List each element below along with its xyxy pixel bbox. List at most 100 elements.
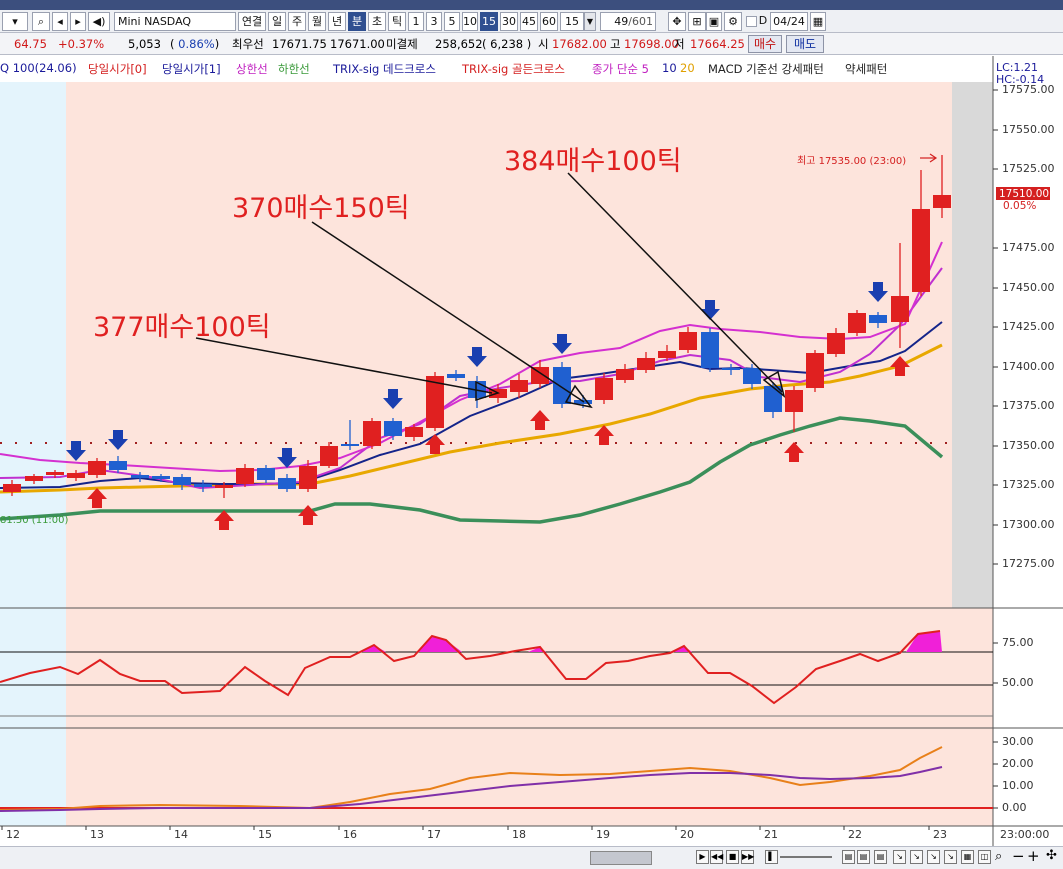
scroll-thumb[interactable] <box>590 851 652 865</box>
zoom-slider[interactable] <box>780 856 832 858</box>
price-axis-label: 17300.00 <box>1002 518 1055 531</box>
scroll-next-icon[interactable]: ▶▶ <box>741 850 754 864</box>
zoom-out-icon[interactable]: − <box>1012 847 1025 865</box>
save-icon[interactable]: ▣ <box>706 12 722 31</box>
change-pct: +0.37% <box>58 37 105 51</box>
tool-icon-9[interactable]: ◫ <box>978 850 991 864</box>
price-axis-label: 17350.00 <box>1002 439 1055 452</box>
legend-item[interactable]: TRIX-sig 골든크로스 <box>462 61 565 77</box>
legend-item[interactable]: MACD 기준선 강세패턴 <box>708 61 824 77</box>
oi-change-wrap: ( 6,238 ) <box>482 37 532 51</box>
period-button-minute[interactable]: 분 <box>348 12 366 31</box>
stop-icon[interactable]: ■ <box>726 850 739 864</box>
zoom-in-icon[interactable]: + <box>1027 847 1040 865</box>
minute-option-10[interactable]: 10 <box>462 12 478 31</box>
tool-icon-2[interactable]: ▤ <box>857 850 870 864</box>
oi-change: 6,238 <box>490 37 524 51</box>
price-axis-label: 17375.00 <box>1002 399 1055 412</box>
chevron-down-icon[interactable]: ▼ <box>584 12 596 31</box>
tool-icon-8[interactable]: ▦ <box>961 850 974 864</box>
open-interest: 258,652 <box>435 37 483 51</box>
total-value: /601 <box>628 15 653 28</box>
tool-icon-5[interactable]: ↘ <box>910 850 923 864</box>
vol-pct: 0.86% <box>178 37 215 51</box>
period-button-day[interactable]: 일 <box>268 12 286 31</box>
zoom-icon[interactable]: ⌕ <box>995 849 1002 864</box>
interval-select[interactable]: 15 <box>560 12 584 31</box>
minute-option-45[interactable]: 45 <box>520 12 538 31</box>
legend-item[interactable]: 상한선 <box>236 61 268 77</box>
period-button-month[interactable]: 월 <box>308 12 326 31</box>
gear-icon[interactable]: ⚙ <box>724 12 742 31</box>
prev-symbol-icon[interactable]: ◂ <box>52 12 68 31</box>
macd-axis-label: 30.00 <box>1002 735 1034 748</box>
count-value: 49 <box>614 15 629 28</box>
candle-body <box>215 485 233 488</box>
candle-body <box>510 380 528 392</box>
candle-body <box>299 466 317 489</box>
tool-icon-1[interactable]: ▤ <box>842 850 855 864</box>
count-field[interactable]: 49/601 <box>600 12 656 31</box>
scroll-prev-icon[interactable]: ◀◀ <box>710 850 723 864</box>
next-symbol-icon[interactable]: ▸ <box>70 12 86 31</box>
minute-option-30[interactable]: 30 <box>500 12 518 31</box>
candle-body <box>827 333 845 354</box>
toggle-icon[interactable]: ⊞ <box>688 12 706 31</box>
candle-body <box>447 374 465 378</box>
candle-body <box>67 473 85 478</box>
candle-body <box>3 484 21 492</box>
tool-icon-4[interactable]: ↘ <box>893 850 906 864</box>
legend-item[interactable]: 20 <box>680 61 695 75</box>
symbol-field[interactable]: Mini NASDAQ 100(24.0 <box>114 12 236 45</box>
period-button-continuous[interactable]: 연결 <box>238 12 266 31</box>
price-axis-label: 17450.00 <box>1002 281 1055 294</box>
period-button-tick[interactable]: 틱 <box>388 12 406 31</box>
legend-item[interactable]: TRIX-sig 데드크로스 <box>333 61 436 77</box>
date-field[interactable]: 04/24 <box>770 12 808 31</box>
zoom-slider-handle-icon[interactable]: ▌ <box>765 850 778 864</box>
candle-body <box>131 475 149 478</box>
legend-item[interactable]: 종가 단순 5 <box>592 61 649 77</box>
minute-option-5[interactable]: 5 <box>444 12 460 31</box>
dropdown-button[interactable]: ▾ <box>2 12 28 31</box>
legend-item[interactable]: 하한선 <box>278 61 310 77</box>
legend-item[interactable]: 당일시가[0] <box>88 61 147 77</box>
time-axis-tick-label: 21 <box>764 828 778 841</box>
crosshair-icon[interactable]: ✥ <box>668 12 686 31</box>
search-icon[interactable]: ⌕ <box>32 12 50 31</box>
date-checkbox[interactable] <box>746 16 757 27</box>
legend-item[interactable]: 약세패턴 <box>845 61 887 77</box>
period-button-second[interactable]: 초 <box>368 12 386 31</box>
calendar-icon[interactable]: ▦ <box>810 12 826 31</box>
legend-item[interactable]: Q 100(24.06) <box>0 61 77 75</box>
move-icon[interactable]: ✣ <box>1046 848 1057 863</box>
minute-option-60[interactable]: 60 <box>540 12 558 31</box>
minute-option-1[interactable]: 1 <box>408 12 424 31</box>
legend-item[interactable]: 당일시가[1] <box>162 61 221 77</box>
tool-icon-7[interactable]: ↘ <box>944 850 957 864</box>
best-bid: 17671.00 <box>330 37 385 51</box>
annotation-384: 384매수100틱 <box>504 146 682 177</box>
premarket-shade <box>0 82 66 826</box>
time-axis-tick-label: 12 <box>6 828 20 841</box>
sell-button[interactable]: 매도 <box>786 35 824 53</box>
date-label: D <box>758 14 768 27</box>
sound-icon[interactable]: ◀) <box>88 12 110 31</box>
scroll-first-icon[interactable]: ▶ <box>696 850 709 864</box>
tool-icon-3[interactable]: ▤ <box>874 850 887 864</box>
toolbar: ▾ ⌕ ◂ ▸ ◀) Mini NASDAQ 100(24.0 연결 일 주 월… <box>0 10 1063 45</box>
candle-body <box>25 476 43 481</box>
candle-body <box>405 427 423 437</box>
legend-item[interactable]: 10 <box>662 61 677 75</box>
period-button-year[interactable]: 년 <box>328 12 346 31</box>
candle-body <box>701 332 719 368</box>
macd-axis-label: 20.00 <box>1002 757 1034 770</box>
tool-icon-6[interactable]: ↘ <box>927 850 940 864</box>
minute-option-3[interactable]: 3 <box>426 12 442 31</box>
candle-body <box>869 315 887 323</box>
period-button-week[interactable]: 주 <box>288 12 306 31</box>
minute-option-15[interactable]: 15 <box>480 12 498 31</box>
buy-button[interactable]: 매수 <box>748 35 782 53</box>
candle-body <box>88 461 106 475</box>
price-tag-pct: 0.05% <box>1003 200 1037 212</box>
